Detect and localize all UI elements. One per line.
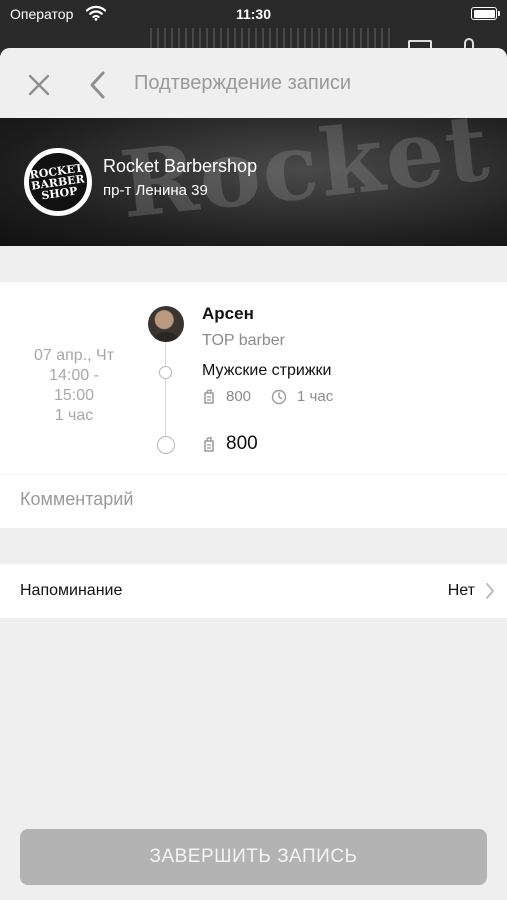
battery-icon	[471, 7, 500, 20]
service-price: 800	[226, 388, 252, 405]
price-tag-icon	[204, 436, 214, 452]
timeline-end-dot	[157, 436, 175, 454]
reminder-row[interactable]: Напоминание Нет	[0, 564, 507, 618]
booking-date: 07 апр., Чт	[33, 347, 115, 364]
chevron-right-icon	[486, 583, 494, 599]
status-time: 11:30	[235, 6, 272, 22]
booking-total: 800	[202, 433, 258, 455]
timeline-line	[165, 342, 166, 442]
booking-time-from: 14:00 -	[49, 367, 99, 384]
shop-address: пр-т Ленина 39	[103, 182, 208, 199]
page-title: Подтверждение записи	[134, 72, 352, 94]
banner-watermark: Rocket	[115, 118, 496, 240]
shop-logo: ROCKET BARBER SHOP	[24, 148, 92, 216]
back-chevron-icon	[90, 71, 105, 99]
status-bar: Оператор 11:30	[0, 0, 507, 30]
nav-bar: Подтверждение записи	[0, 48, 507, 118]
service-meta: 800 1 час	[202, 388, 333, 405]
service-duration: 1 час	[297, 388, 334, 405]
booking-datetime: 07 апр., Чт 14:00 - 15:00 1 час	[20, 346, 128, 426]
confirmation-sheet: Подтверждение записи Rocket ROCKET BARBER…	[0, 48, 507, 900]
booking-card: 07 апр., Чт 14:00 - 15:00 1 час Арсен TO…	[0, 282, 507, 474]
total-price: 800	[226, 433, 258, 454]
finish-booking-button[interactable]: ЗАВЕРШИТЬ ЗАПИСЬ	[20, 829, 487, 885]
close-button[interactable]	[22, 68, 56, 102]
comment-input[interactable]	[20, 489, 490, 510]
shop-banner: Rocket ROCKET BARBER SHOP Rocket Barbersho…	[0, 118, 507, 246]
service-name: Мужские стрижки	[202, 362, 332, 379]
price-tag-icon	[204, 388, 214, 404]
booking-time-to: 15:00	[53, 387, 95, 404]
booking-duration: 1 час	[54, 407, 94, 424]
comment-row	[0, 474, 507, 528]
timeline-dot	[159, 366, 172, 379]
master-role: TOP barber	[202, 332, 286, 349]
back-button[interactable]	[84, 68, 114, 102]
master-avatar	[148, 306, 184, 342]
reminder-value: Нет	[447, 582, 475, 599]
reminder-label: Напоминание	[20, 582, 123, 599]
master-name: Арсен	[202, 304, 254, 323]
shop-name: Rocket Barbershop	[103, 156, 258, 176]
close-icon	[28, 74, 50, 96]
clock-icon	[271, 389, 287, 404]
